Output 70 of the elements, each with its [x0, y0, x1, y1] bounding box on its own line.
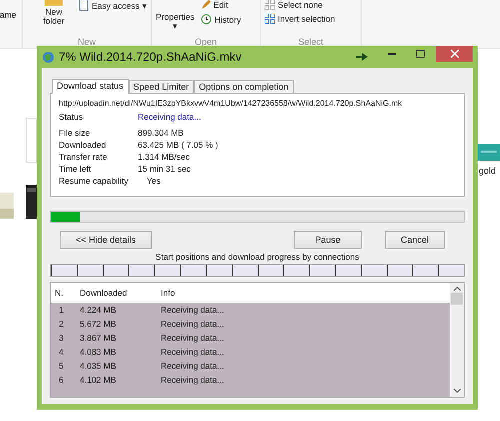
- column-header[interactable]: Downloaded: [80, 288, 161, 298]
- close-icon: [450, 50, 458, 58]
- table-cell-text: 4.035 MB: [80, 361, 118, 371]
- field-value: Yes: [146, 176, 162, 186]
- column-header[interactable]: Info: [161, 288, 450, 298]
- grid-icon: [265, 14, 275, 24]
- table-cell-text: 5: [58, 361, 65, 371]
- field-label: Downloaded: [59, 140, 108, 150]
- clock-icon: [200, 14, 212, 25]
- edit-button[interactable]: Edit: [200, 0, 242, 10]
- file-name: gold: [479, 166, 496, 176]
- field-value: 1.314 MB/sec: [138, 152, 191, 162]
- grid-icon: [265, 0, 275, 10]
- field-label: File size: [59, 128, 92, 138]
- table-cell-text: 1: [58, 305, 65, 315]
- minimize-icon: [388, 53, 396, 55]
- table-cell-text: Receiving data...: [161, 319, 226, 329]
- maximize-icon: [416, 50, 424, 58]
- table-cell-text: 4: [58, 347, 65, 357]
- table-cell-text: Receiving data...: [161, 361, 226, 371]
- field-value: 899.304 MB: [138, 128, 185, 138]
- dropdown-arrow: ▾: [142, 0, 148, 10]
- close-button[interactable]: [436, 46, 473, 62]
- document-thumbnail: [26, 118, 37, 163]
- group-label: New: [76, 37, 97, 48]
- pencil-icon: [200, 0, 211, 10]
- table-cell-text: 4.083 MB: [80, 347, 118, 357]
- scrollbar[interactable]: [450, 283, 464, 397]
- table-cell-text: 5.672 MB: [80, 319, 118, 329]
- group-label: Open: [194, 37, 218, 48]
- table-cell-text: 4.102 MB: [80, 375, 118, 385]
- field-label: Time left: [59, 164, 92, 174]
- table-cell-text: 6: [58, 375, 65, 385]
- scrollbar-thumb[interactable]: [451, 293, 463, 305]
- field-value: 63.425 MB ( 7.05 % ): [138, 140, 220, 150]
- url-text: http://uploadin.net/dl/NWu1IE3zpYBkxvwV4m1Ubw/1427236558/w/Wild.2014.720p.ShAaNiG.mk: [59, 99, 404, 108]
- dropdown-arrow: ▾: [172, 22, 178, 32]
- caption: Start positions and download progress by connections: [154, 252, 360, 262]
- table-cell-text: 4.224 MB: [80, 305, 118, 315]
- table-cell-text: Receiving data...: [161, 333, 226, 343]
- ribbon-label[interactable]: ame: [0, 11, 17, 20]
- table-cell-text: Receiving data...: [161, 375, 226, 385]
- tab[interactable]: Speed Limiter: [128, 80, 194, 93]
- table-cell-text: 3: [58, 333, 65, 343]
- folder-icon: [43, 0, 65, 8]
- group-label: Select: [297, 37, 324, 48]
- history-button[interactable]: History: [200, 14, 242, 25]
- cancel-button[interactable]: Cancel: [385, 231, 445, 249]
- easy-access-button[interactable]: Easy access ▾: [79, 0, 148, 11]
- tab[interactable]: Download status: [52, 79, 129, 94]
- field-label: Resume capability: [59, 176, 130, 186]
- window-title: 7% Wild.2014.720p.ShAaNiG.mkv: [59, 50, 243, 64]
- tab[interactable]: Options on completion: [194, 80, 294, 93]
- hide-details-button[interactable]: << Hide details: [60, 231, 152, 249]
- table-cell-text: Receiving data...: [161, 305, 226, 315]
- field-value: 15 min 31 sec: [138, 164, 192, 174]
- status-value: Receiving data...: [138, 112, 202, 122]
- globe-icon: [42, 50, 55, 64]
- select-none-button[interactable]: Select none: [265, 0, 357, 10]
- properties-button[interactable]: Properties ▾: [156, 13, 195, 32]
- table-cell-text: Receiving data...: [161, 347, 226, 357]
- arrow-icon[interactable]: [356, 53, 368, 61]
- field-label: Transfer rate: [59, 152, 108, 162]
- table-cell-text: 2: [58, 319, 65, 329]
- pause-button[interactable]: Pause: [294, 231, 362, 249]
- column-header[interactable]: N.: [55, 288, 80, 298]
- new-folder-button[interactable]: New folder: [43, 0, 65, 27]
- field-label: Status: [59, 112, 84, 122]
- invert-selection-button[interactable]: Invert selection: [265, 14, 357, 24]
- table-cell-text: 3.867 MB: [80, 333, 118, 343]
